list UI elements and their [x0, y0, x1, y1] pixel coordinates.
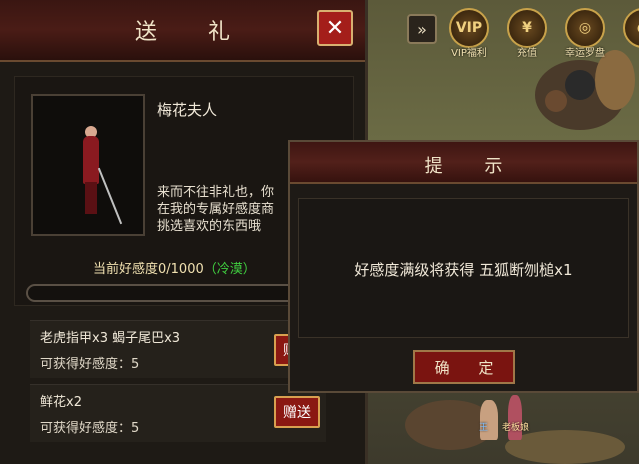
gift-send-button[interactable]: 赠送: [274, 396, 320, 428]
compass-icon: ◎: [565, 8, 605, 48]
vip-icon: VIP: [449, 8, 489, 48]
dialog-body: 好感度满级将获得 五狐断刎槌x1: [298, 198, 629, 338]
prompt-dialog: 提 示 好感度满级将获得 五狐断刎槌x1 确 定: [288, 140, 639, 393]
sword-icon: [97, 167, 123, 225]
chest-icon: ¥: [507, 8, 547, 48]
double-chevron-right-icon[interactable]: »: [407, 14, 437, 44]
scene-prop: [595, 50, 635, 110]
dialog-message: 好感度满级将获得 五狐断刎槌x1: [354, 261, 573, 279]
affinity-status: （冷漠）: [203, 262, 256, 277]
vip-welfare-button[interactable]: VIP VIP福利: [443, 8, 495, 59]
affinity-text: 当前好感度0/1000（冷漠）: [93, 258, 256, 277]
npc-character[interactable]: [508, 395, 522, 440]
gift-points: 可获得好感度：5: [40, 421, 140, 436]
confirm-button[interactable]: 确 定: [413, 350, 515, 384]
npc-description: 来而不往非礼也，你 在我的专属好感度商 挑选喜欢的东西哦: [157, 185, 275, 234]
extra-menu-button[interactable]: ◐: [617, 8, 639, 48]
portrait-body: [83, 136, 99, 184]
npc-portrait: [31, 94, 145, 236]
panel-title: 送 礼: [135, 20, 252, 45]
lucky-wheel-label: 幸运罗盘: [565, 48, 605, 59]
portrait-legs: [85, 182, 97, 214]
dialog-title: 提 示: [424, 156, 521, 177]
menu-icon: ◐: [623, 8, 639, 48]
gift-name: 老虎指甲x3 蝎子尾巴x3: [40, 331, 181, 346]
close-icon[interactable]: ✕: [317, 10, 353, 46]
recharge-button[interactable]: ¥ 充值: [501, 8, 553, 59]
scene-prop: [565, 70, 595, 100]
npc-name: 梅花夫人: [157, 101, 218, 119]
scene-prop: [505, 430, 625, 464]
recharge-label: 充值: [517, 48, 537, 59]
gift-points: 可获得好感度：5: [40, 357, 140, 372]
gift-name: 鲜花x2: [40, 395, 82, 410]
npc-name-label: 老板娘: [502, 423, 530, 433]
vip-welfare-label: VIP福利: [451, 48, 487, 59]
lucky-wheel-button[interactable]: ◎ 幸运罗盘: [559, 8, 611, 59]
player-name-label: 王: [479, 423, 489, 433]
dialog-header: 提 示: [290, 142, 637, 184]
scene-prop: [545, 90, 567, 112]
panel-header: 送 礼 ✕: [0, 0, 365, 62]
affinity-label: 当前好感度0/1000: [93, 262, 204, 277]
top-menu-bar: » VIP VIP福利 ¥ 充值 ◎ 幸运罗盘 ◐: [407, 8, 639, 59]
